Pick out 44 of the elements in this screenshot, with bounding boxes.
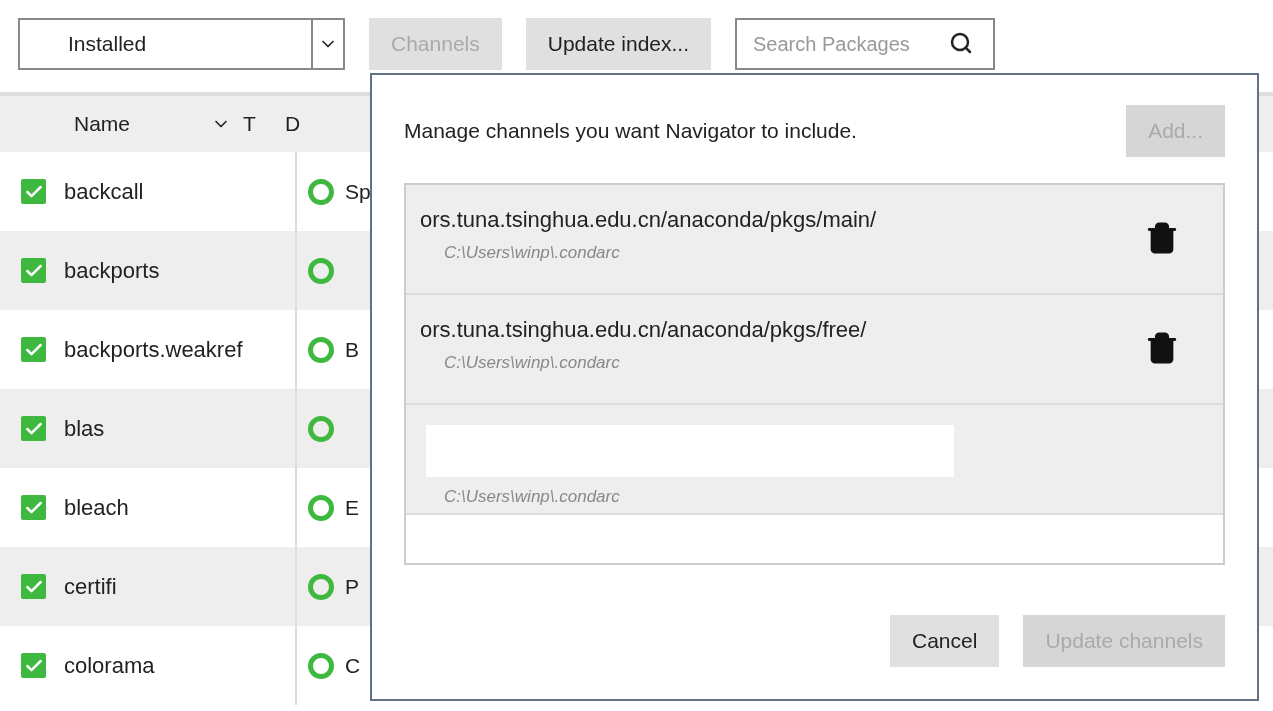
ring-icon [307,651,335,680]
trash-icon[interactable] [1145,331,1179,365]
checkbox[interactable] [21,258,46,283]
dialog-button[interactable]: Cancel [890,615,1000,667]
ring-icon [307,572,335,601]
config-path: C:\Users\winp\.condarc [443,353,621,373]
package-description: P [345,574,359,599]
ring-icon [307,177,335,206]
search-field[interactable]: Search Packages [735,18,995,70]
package-name: backports.weakref [64,336,243,363]
package-name: blas [64,415,105,442]
package-description: Sp [345,179,371,204]
config-path: C:\Users\winp\.condarc [443,487,621,507]
update-index-button[interactable]: Update index... [525,18,711,70]
filter-dropdown[interactable]: Installed [18,18,345,70]
channel-url: ors.tuna.tsinghua.edu.cn/anaconda/pkgs/main/ [419,207,878,233]
package-name: bleach [64,494,129,521]
checkbox[interactable] [21,179,46,204]
column-header[interactable]: Name [0,112,211,136]
column-header[interactable]: T [243,112,285,136]
ring-icon [307,335,335,364]
ring-icon [307,256,335,285]
ring-icon [307,414,335,443]
search-icon [949,31,973,55]
package-name: certifi [64,573,117,600]
package-name: backcall [64,178,144,205]
checkbox[interactable] [21,495,46,520]
channel-item[interactable]: ors.tuna.tsinghua.edu.cn/anaconda/pkgs/main/ C:\Users\winp\.condarc [406,185,1223,295]
checkbox[interactable] [21,653,46,678]
ring-icon [307,493,335,522]
checkbox[interactable] [21,337,46,362]
package-description: B [345,337,359,362]
package-description: E [345,495,359,520]
checkbox[interactable] [21,416,46,441]
column-header[interactable]: D [285,112,301,136]
config-path: C:\Users\winp\.condarc [443,243,621,263]
package-name: backports [64,257,160,284]
channel-item[interactable]: ors.tuna.tsinghua.edu.cn/anaconda/pkgs/free/ C:\Users\winp\.condarc [406,295,1223,405]
trash-icon[interactable] [1145,221,1179,255]
channel-url: ors.tuna.tsinghua.edu.cn/anaconda/pkgs/free/ [419,317,868,343]
checkbox[interactable] [21,574,46,599]
package-name: colorama [64,652,155,679]
package-description: C [345,653,361,678]
dialog-message: Manage channels you want Navigator to include. [404,119,857,143]
